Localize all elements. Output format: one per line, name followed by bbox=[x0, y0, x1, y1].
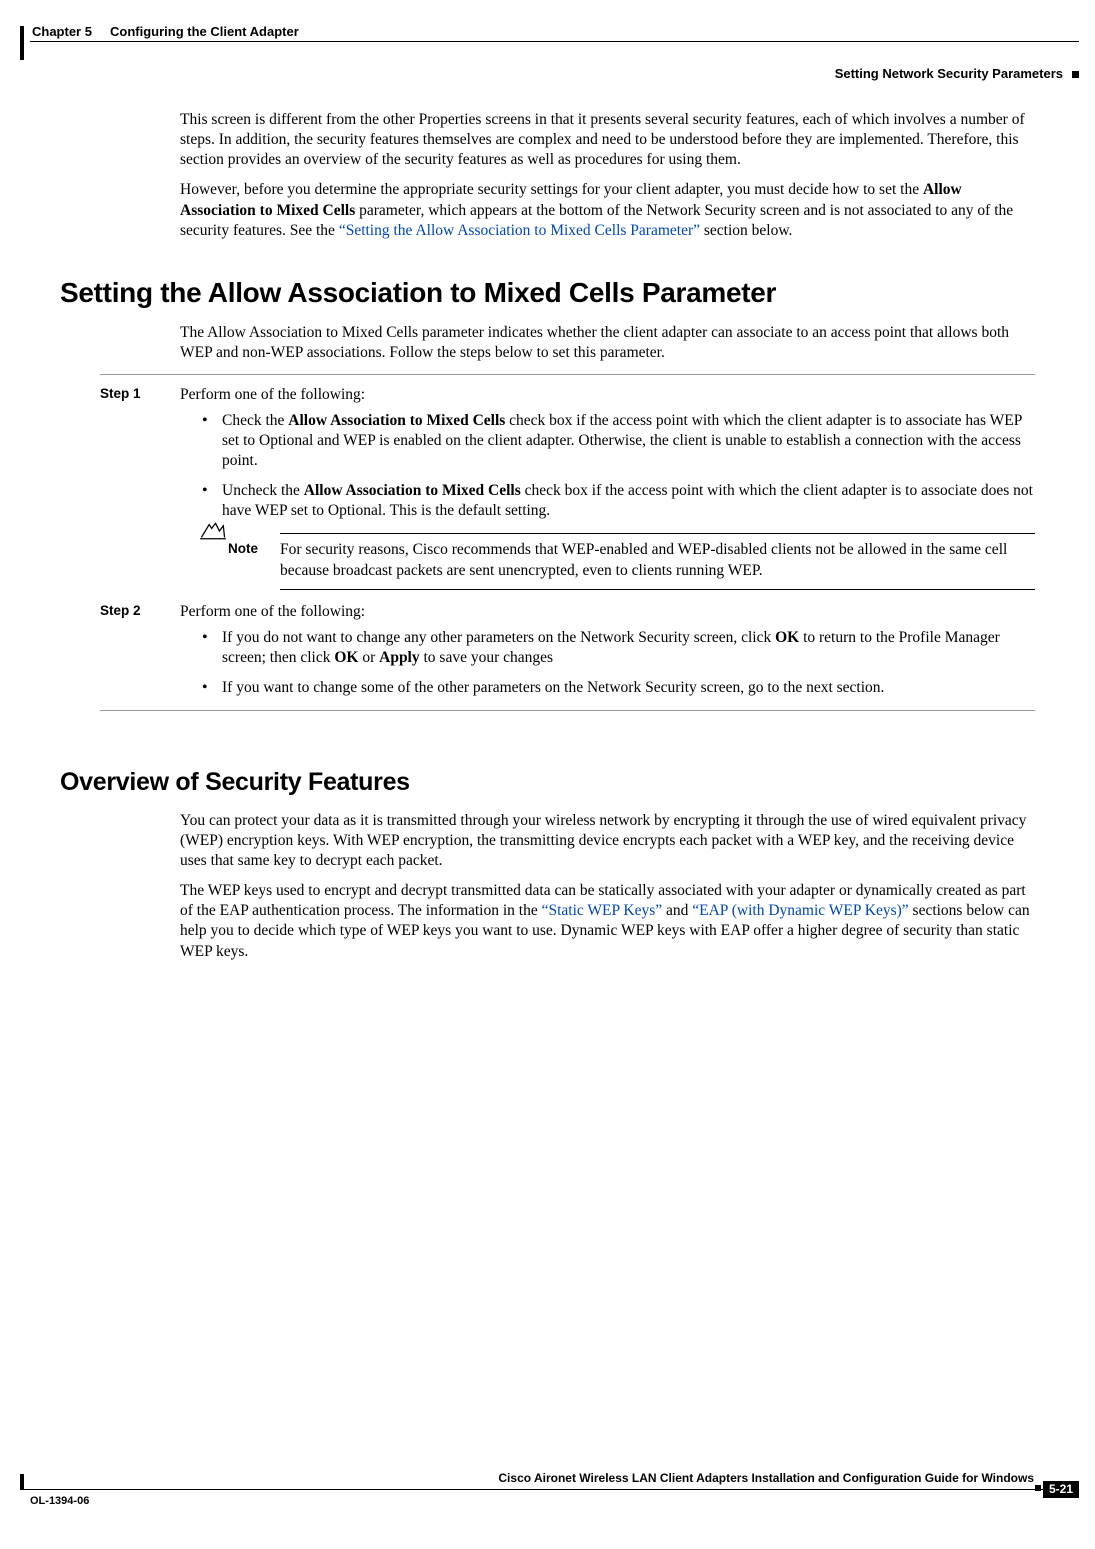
section-heading-overview: Overview of Security Features bbox=[60, 766, 1035, 799]
s2b1-c: or bbox=[358, 649, 379, 666]
sect2-paragraph-2: The WEP keys used to encrypt and decrypt… bbox=[180, 881, 1035, 962]
page-footer: Cisco Aironet Wireless LAN Client Adapte… bbox=[20, 1471, 1079, 1521]
footer-end-marker bbox=[1035, 1485, 1041, 1491]
note-block: Note For security reasons, Cisco recomme… bbox=[200, 533, 1035, 589]
intro-paragraph-2: However, before you determine the approp… bbox=[180, 180, 1035, 240]
step-2: Step 2 Perform one of the following: bbox=[60, 602, 1035, 622]
s1b1-a: Check the bbox=[222, 412, 288, 429]
section-heading-mixed-cells: Setting the Allow Association to Mixed C… bbox=[60, 275, 1035, 311]
note-label: Note bbox=[228, 540, 280, 580]
s2p2-link1[interactable]: “Static WEP Keys” bbox=[542, 902, 663, 919]
sect1-paragraph: The Allow Association to Mixed Cells par… bbox=[180, 323, 1035, 363]
steps-top-rule bbox=[100, 374, 1035, 375]
note-icon bbox=[200, 522, 228, 562]
step-1-text: Perform one of the following: bbox=[180, 386, 365, 403]
footer-doc-id: OL-1394-06 bbox=[30, 1494, 89, 1508]
step-1: Step 1 Perform one of the following: bbox=[60, 385, 1035, 405]
step-1-bullet-2: Uncheck the Allow Association to Mixed C… bbox=[200, 481, 1035, 521]
s2p2-b: and bbox=[662, 902, 692, 919]
intro-p2-a: However, before you determine the approp… bbox=[180, 181, 923, 198]
note-text: For security reasons, Cisco recommends t… bbox=[280, 540, 1035, 580]
header-section: Setting Network Security Parameters bbox=[835, 66, 1063, 83]
intro-p2-c: section below. bbox=[700, 222, 792, 239]
footer-rule bbox=[20, 1489, 1043, 1490]
chapter-name: Configuring the Client Adapter bbox=[110, 24, 299, 39]
header-left-bar bbox=[20, 26, 24, 60]
steps-bottom-rule bbox=[100, 710, 1035, 711]
s1b1-bold: Allow Association to Mixed Cells bbox=[288, 412, 505, 429]
step-2-label: Step 2 bbox=[100, 602, 141, 620]
s2p2-link2[interactable]: “EAP (with Dynamic WEP Keys)” bbox=[692, 902, 908, 919]
note-bottom-rule bbox=[280, 589, 1035, 590]
chapter-label: Chapter 5 bbox=[32, 24, 92, 39]
s2b1-bold1: OK bbox=[775, 629, 799, 646]
intro-p2-link[interactable]: “Setting the Allow Association to Mixed … bbox=[339, 222, 700, 239]
footer-book-title: Cisco Aironet Wireless LAN Client Adapte… bbox=[498, 1471, 1034, 1487]
step-1-label: Step 1 bbox=[100, 385, 141, 403]
sect2-paragraph-1: You can protect your data as it is trans… bbox=[180, 811, 1035, 871]
header-chapter-title: Chapter 5 Configuring the Client Adapter bbox=[32, 24, 299, 41]
footer-left-bar bbox=[20, 1474, 24, 1490]
s2b1-a: If you do not want to change any other p… bbox=[222, 629, 775, 646]
step-2-bullet-1: If you do not want to change any other p… bbox=[200, 628, 1035, 668]
intro-paragraph-1: This screen is different from the other … bbox=[180, 110, 1035, 170]
step-2-bullet-2: If you want to change some of the other … bbox=[200, 678, 1035, 698]
header-rule bbox=[30, 41, 1079, 42]
step-2-text: Perform one of the following: bbox=[180, 603, 365, 620]
s2b1-d: to save your changes bbox=[420, 649, 553, 666]
step-1-bullet-1: Check the Allow Association to Mixed Cel… bbox=[200, 411, 1035, 471]
s1b2-bold: Allow Association to Mixed Cells bbox=[304, 482, 521, 499]
s2b1-bold2: OK bbox=[334, 649, 358, 666]
s1b2-a: Uncheck the bbox=[222, 482, 304, 499]
footer-page-number: 5-21 bbox=[1043, 1481, 1079, 1498]
s2b1-bold3: Apply bbox=[379, 649, 420, 666]
header-end-marker bbox=[1072, 71, 1079, 78]
